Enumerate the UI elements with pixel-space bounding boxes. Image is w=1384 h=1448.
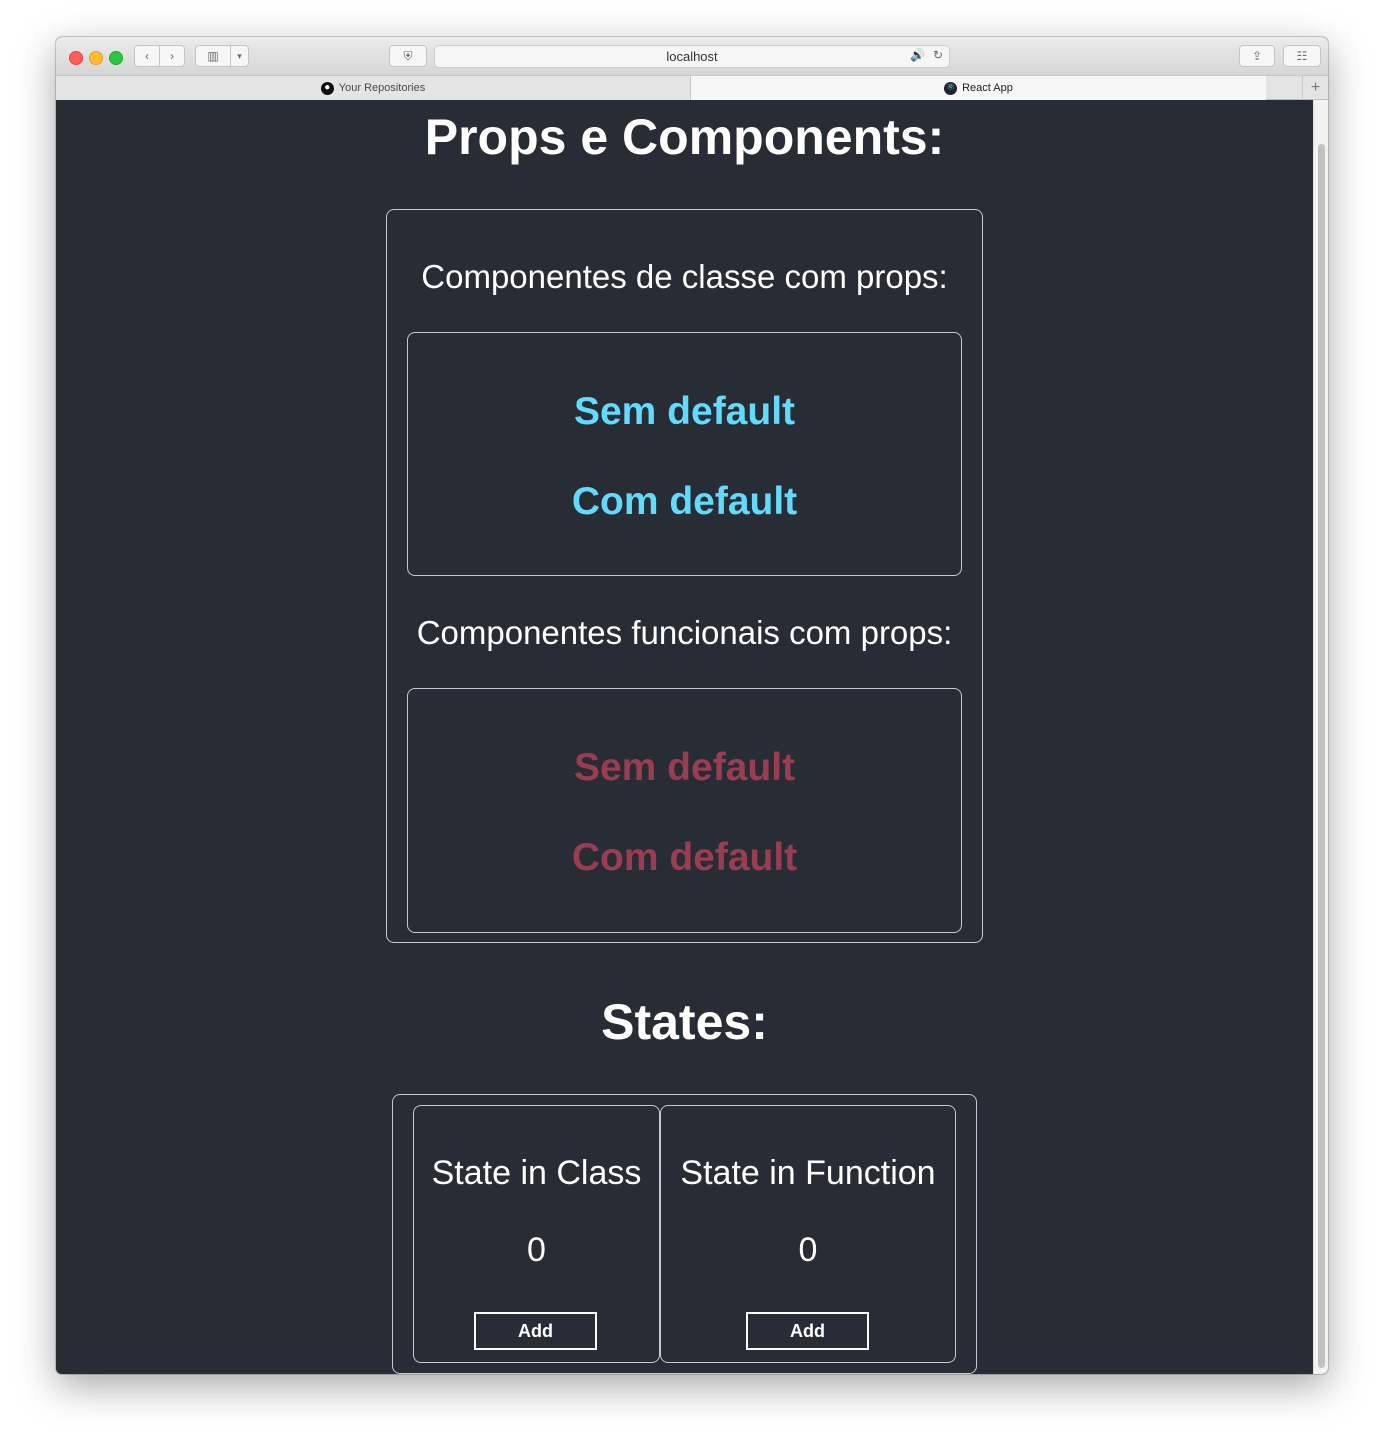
new-tab-button[interactable]: + [1302, 76, 1328, 100]
page-content: Props e Components: Componentes de class… [56, 100, 1313, 1374]
class-item-without-default: Sem default [573, 390, 796, 433]
props-section-title: Props e Components: [424, 109, 945, 165]
class-state-card: State in Class 0 Add [413, 1105, 660, 1363]
privacy-report-button[interactable]: ⛨ [389, 45, 427, 67]
url-text: localhost [666, 49, 718, 64]
grid-icon: ☷ [1296, 49, 1308, 63]
share-icon: ⇪ [1251, 49, 1263, 63]
function-state-add-button[interactable]: Add [746, 1312, 869, 1350]
class-state-count: 0 [527, 1231, 546, 1269]
tab-react-app[interactable]: ⚛ React App [691, 76, 1266, 100]
functional-item-without-default: Sem default [573, 746, 796, 789]
sidebar-button[interactable]: ▥ [195, 45, 231, 67]
minimize-window-button[interactable] [89, 51, 103, 65]
tab-bar: ● Your Repositories ⚛ React App + [56, 75, 1328, 100]
tab-label: Your Repositories [338, 82, 426, 94]
function-state-count: 0 [798, 1231, 818, 1269]
tab-label: React App [962, 82, 1013, 94]
reload-icon[interactable]: ↻ [933, 48, 943, 62]
browser-toolbar: ‹ › ▥ ▾ ⛨ localhost 🔊 ↻ ⇪ ☷ [56, 37, 1328, 75]
github-icon: ● [320, 81, 334, 95]
class-item-with-default: Com default [571, 480, 798, 523]
address-bar[interactable]: localhost 🔊 ↻ [434, 45, 950, 68]
class-props-box: Sem default Com default [407, 332, 962, 576]
function-state-card: State in Function 0 Add [660, 1105, 956, 1363]
class-components-heading: Componentes de classe com props: [421, 258, 948, 295]
functional-item-with-default: Com default [571, 836, 798, 879]
speaker-icon[interactable]: 🔊 [910, 48, 925, 62]
zoom-window-button[interactable] [109, 51, 123, 65]
plus-icon: + [1310, 79, 1321, 96]
sidebar-menu-button[interactable]: ▾ [230, 45, 249, 67]
scrollbar-thumb[interactable] [1318, 144, 1325, 1368]
functional-components-heading: Componentes funcionais com props: [416, 614, 953, 651]
function-state-title: State in Function [680, 1154, 936, 1192]
browser-window: ‹ › ▥ ▾ ⛨ localhost 🔊 ↻ ⇪ ☷ ● Your Repos… [56, 37, 1328, 1374]
chevron-left-icon: ‹ [145, 49, 149, 63]
states-section-title: States: [601, 994, 768, 1050]
class-state-title: State in Class [431, 1154, 642, 1192]
back-button[interactable]: ‹ [134, 45, 160, 67]
chevron-down-icon: ▾ [237, 50, 242, 61]
shield-icon: ⛨ [403, 48, 413, 63]
forward-button[interactable]: › [159, 45, 185, 67]
chevron-right-icon: › [170, 49, 174, 63]
tab-overview-button[interactable]: ☷ [1283, 45, 1321, 67]
functional-props-box: Sem default Com default [407, 688, 962, 933]
react-icon: ⚛ [944, 81, 958, 95]
tab-your-repositories[interactable]: ● Your Repositories [56, 76, 691, 100]
close-window-button[interactable] [69, 51, 83, 65]
class-state-add-button[interactable]: Add [474, 1312, 597, 1350]
vertical-scrollbar[interactable] [1313, 100, 1328, 1374]
sidebar-icon: ▥ [207, 49, 219, 63]
share-button[interactable]: ⇪ [1239, 45, 1275, 67]
